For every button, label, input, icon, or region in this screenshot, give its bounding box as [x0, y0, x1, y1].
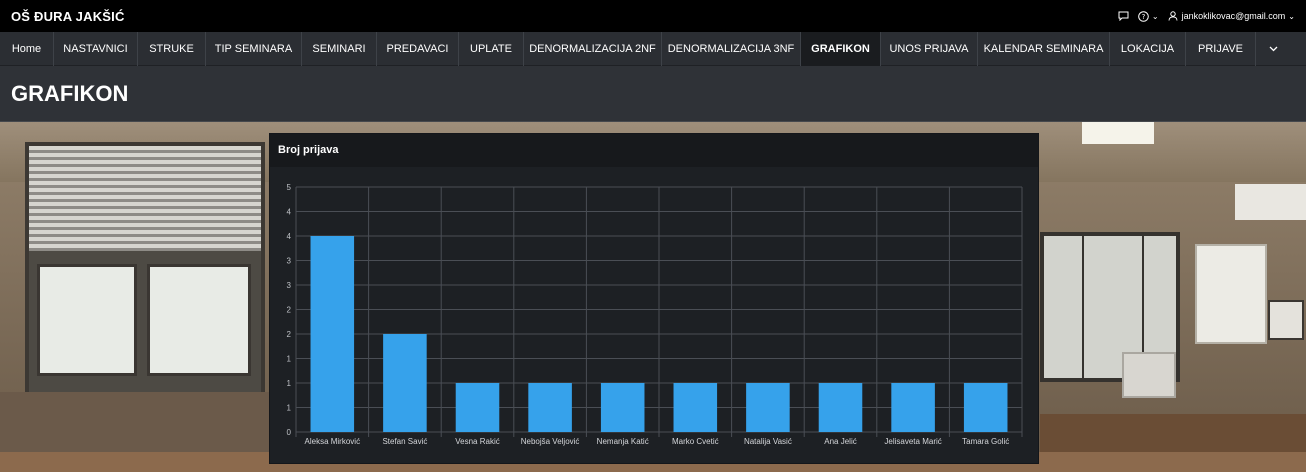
y-tick-label: 4 — [287, 232, 292, 241]
bar — [818, 383, 863, 432]
page-title: GRAFIKON — [11, 81, 129, 106]
x-tick-label: Jelisaveta Marić — [884, 437, 941, 446]
top-bar: OŠ ĐURA JAKŠIĆ ? ⌄ jankoklikovac@gmail.c… — [0, 0, 1306, 32]
nav-item-struke[interactable]: STRUKE — [138, 32, 206, 66]
nav-item-nastavnici[interactable]: NASTAVNICI — [54, 32, 138, 66]
chart-title: Broj prijava — [278, 144, 339, 156]
y-tick-label: 5 — [287, 183, 292, 192]
chevron-down-icon: ⌄ — [1288, 11, 1295, 21]
x-tick-label: Vesna Rakić — [455, 437, 499, 446]
nav-item-grafikon[interactable]: GRAFIKON — [801, 32, 881, 66]
bar — [891, 383, 935, 432]
main-navigation: Home NASTAVNICI STRUKE TIP SEMINARA SEMI… — [0, 32, 1306, 66]
app-brand[interactable]: OŠ ĐURA JAKŠIĆ — [11, 9, 125, 24]
svg-text:?: ? — [1142, 13, 1146, 21]
chevron-down-icon — [1269, 46, 1277, 52]
bar — [673, 383, 718, 432]
x-tick-label: Marko Cvetić — [672, 437, 719, 446]
y-tick-label: 0 — [287, 428, 292, 437]
bar-chart: 0 1 1 1 2 2 3 3 4 4 5 Aleksa Mirković Stefan Savić Ve… — [287, 183, 1023, 446]
y-tick-label: 2 — [287, 306, 292, 315]
user-email: jankoklikovac@gmail.com — [1181, 11, 1286, 21]
nav-item-seminari[interactable]: SEMINARI — [302, 32, 377, 66]
y-tick-label: 4 — [287, 208, 292, 217]
nav-item-denormalizacija-2nf[interactable]: DENORMALIZACIJA 2NF — [524, 32, 662, 66]
bar — [600, 383, 645, 432]
y-tick-label: 2 — [287, 330, 292, 339]
chat-bubble-icon[interactable] — [1118, 11, 1129, 21]
bar — [746, 383, 790, 432]
x-tick-label: Nebojša Veljović — [521, 437, 580, 446]
user-menu[interactable]: jankoklikovac@gmail.com ⌄ — [1168, 11, 1295, 21]
x-tick-label: Natalija Vasić — [744, 437, 792, 446]
x-tick-label: Tamara Golić — [962, 437, 1009, 446]
help-circle-icon: ? — [1138, 10, 1149, 22]
chevron-down-icon: ⌄ — [1151, 11, 1159, 21]
user-icon — [1168, 11, 1178, 21]
chart-card: Broj prijava 0 1 1 1 2 2 3 3 4 4 5 Aleksa Mirković S… — [269, 133, 1039, 464]
y-tick-label: 1 — [287, 379, 292, 388]
x-tick-label: Ana Jelić — [824, 437, 856, 446]
nav-item-predavaci[interactable]: PREDAVACI — [377, 32, 459, 66]
x-tick-label: Aleksa Mirković — [305, 437, 361, 446]
nav-item-unos-prijava[interactable]: UNOS PRIJAVA — [881, 32, 978, 66]
top-right-controls: ? ⌄ jankoklikovac@gmail.com ⌄ — [1118, 0, 1295, 32]
nav-item-kalendar-seminara[interactable]: KALENDAR SEMINARA — [978, 32, 1110, 66]
nav-more-button[interactable] — [1256, 32, 1290, 66]
bar — [963, 383, 1008, 432]
y-tick-label: 1 — [287, 404, 292, 413]
nav-item-lokacija[interactable]: LOKACIJA — [1110, 32, 1186, 66]
nav-item-denormalizacija-3nf[interactable]: DENORMALIZACIJA 3NF — [662, 32, 801, 66]
x-tick-label: Stefan Savić — [382, 437, 427, 446]
y-tick-label: 1 — [287, 355, 292, 364]
x-tick-label: Nemanja Katić — [597, 437, 649, 446]
bar — [383, 334, 427, 432]
nav-item-prijave[interactable]: PRIJAVE — [1186, 32, 1256, 66]
y-tick-label: 3 — [287, 257, 292, 266]
y-tick-label: 3 — [287, 281, 292, 290]
page-header: GRAFIKON — [0, 66, 1306, 122]
nav-item-home[interactable]: Home — [0, 32, 54, 66]
nav-item-uplate[interactable]: UPLATE — [459, 32, 524, 66]
bar — [310, 236, 355, 432]
help-menu[interactable]: ? ⌄ — [1138, 10, 1159, 22]
chart-header: Broj prijava — [270, 134, 1038, 167]
bar — [455, 383, 500, 432]
bar — [528, 383, 572, 432]
nav-item-tip-seminara[interactable]: TIP SEMINARA — [206, 32, 302, 66]
